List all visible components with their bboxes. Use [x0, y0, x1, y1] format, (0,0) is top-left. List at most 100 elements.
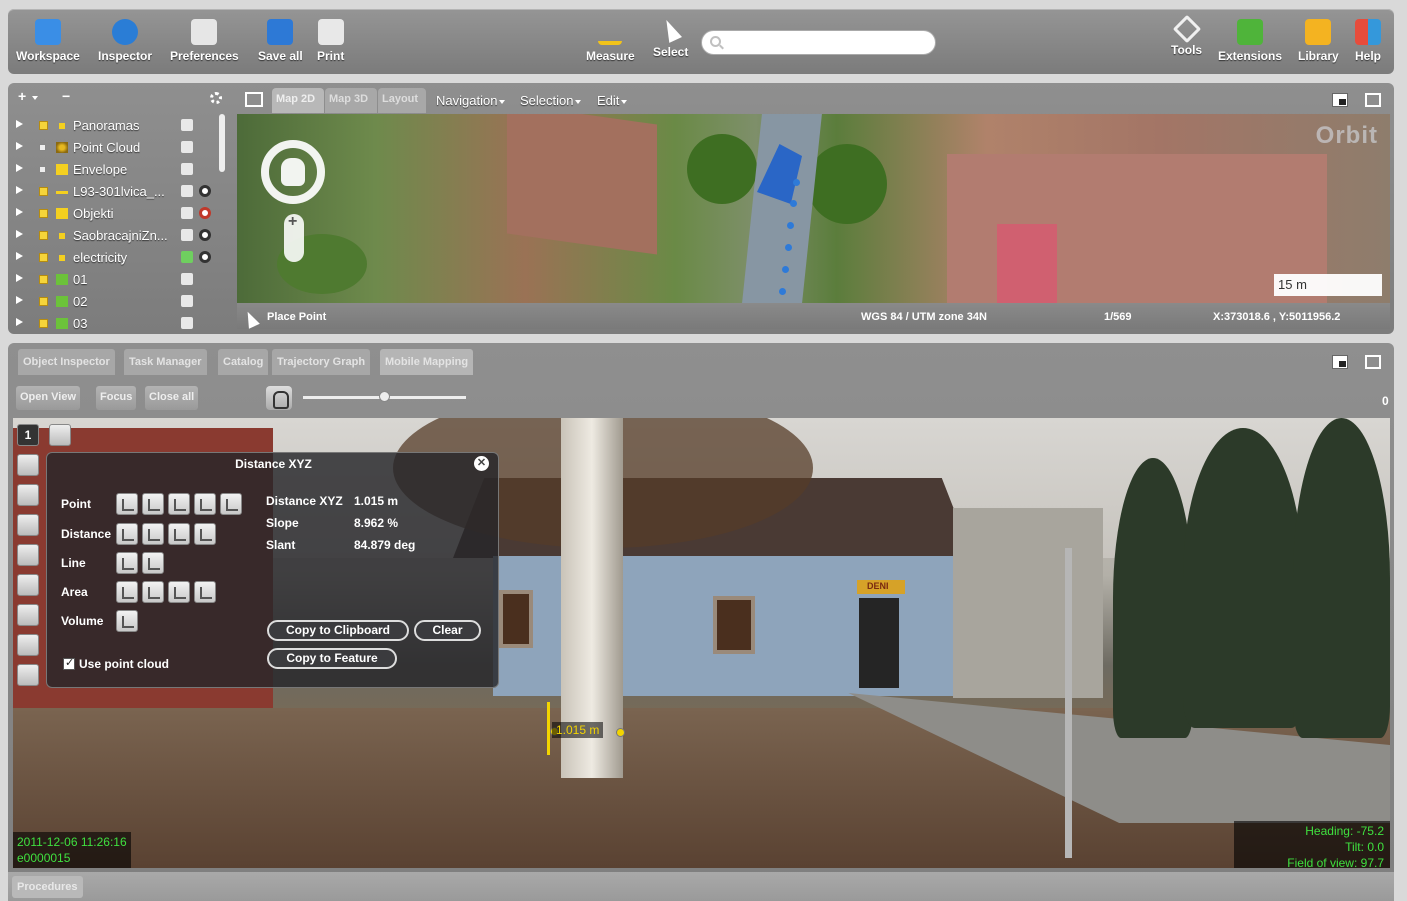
close-icon[interactable]: ✕ [474, 456, 489, 471]
trajectory-point[interactable] [793, 179, 800, 186]
puzzle-icon[interactable] [181, 207, 193, 219]
tab-task-manager[interactable]: Task Manager [124, 349, 207, 375]
line-tool-icon[interactable] [17, 634, 39, 656]
eye-icon[interactable] [199, 207, 211, 219]
collapse-sidebar-icon[interactable] [245, 92, 263, 107]
area-tool-button[interactable] [142, 581, 164, 603]
puzzle-icon[interactable] [181, 163, 193, 175]
maximize-icon[interactable] [1365, 355, 1381, 369]
target-icon[interactable] [17, 454, 39, 476]
point-tool-button[interactable] [116, 493, 138, 515]
clear-button[interactable]: Clear [414, 620, 481, 641]
gear-icon[interactable] [210, 92, 222, 104]
puzzle-icon[interactable] [181, 229, 193, 241]
points-icon[interactable] [17, 574, 39, 596]
visibility-checkbox[interactable] [39, 231, 48, 240]
puzzle-icon[interactable] [181, 251, 193, 263]
visibility-checkbox[interactable] [39, 253, 48, 262]
distance-tool-button[interactable] [194, 523, 216, 545]
point-tool-button[interactable] [168, 493, 190, 515]
help-button[interactable]: Help [1355, 19, 1381, 63]
layer-item[interactable]: 01 [12, 269, 236, 291]
menu-navigation[interactable]: Navigation [436, 93, 506, 108]
point-tool-button[interactable] [194, 493, 216, 515]
distance-tool-button[interactable] [142, 523, 164, 545]
area-tool-button[interactable] [116, 581, 138, 603]
puzzle-icon[interactable] [181, 273, 193, 285]
tab-procedures[interactable]: Procedures [12, 876, 83, 898]
status-crs[interactable]: WGS 84 / UTM zone 34N [861, 311, 987, 323]
eye-icon[interactable] [199, 185, 211, 197]
tools-button[interactable]: Tools [1171, 14, 1202, 57]
grid-icon[interactable] [17, 544, 39, 566]
distance-tool-button[interactable] [116, 523, 138, 545]
select-button[interactable]: Select [653, 17, 688, 59]
distance-icon[interactable] [17, 484, 39, 506]
visibility-checkbox[interactable] [39, 319, 48, 328]
monitor-icon[interactable] [17, 604, 39, 626]
line-tool-button[interactable] [142, 552, 164, 574]
expand-icon[interactable] [16, 296, 23, 304]
print-button[interactable]: Print [317, 19, 344, 63]
maximize-icon[interactable] [1365, 93, 1381, 107]
inspector-button[interactable]: Inspector [98, 19, 152, 63]
tab-mobile-mapping[interactable]: Mobile Mapping [380, 349, 474, 375]
menu-edit[interactable]: Edit [597, 93, 628, 108]
slider-knob[interactable] [378, 391, 390, 402]
layer-scrollbar[interactable] [219, 114, 225, 172]
visibility-checkbox[interactable] [39, 121, 48, 130]
open-view-button[interactable]: Open View [16, 386, 81, 410]
save-all-button[interactable]: Save all [258, 19, 303, 63]
layer-item[interactable]: SaobracajniZn... [12, 225, 236, 247]
expand-icon[interactable] [16, 120, 23, 128]
layer-item[interactable]: 02 [12, 291, 236, 313]
expand-icon[interactable] [16, 230, 23, 238]
search-input[interactable] [701, 30, 936, 55]
visibility-checkbox[interactable] [39, 209, 48, 218]
restore-window-icon[interactable] [1332, 93, 1348, 107]
tab-object-inspector[interactable]: Object Inspector [18, 349, 115, 375]
layer-item[interactable]: Panoramas [12, 115, 236, 137]
copy-to-feature-button[interactable]: Copy to Feature [267, 648, 397, 669]
tab-map-2d[interactable]: Map 2D [272, 88, 324, 113]
visibility-checkbox[interactable] [39, 144, 46, 151]
frame-slider[interactable] [303, 391, 466, 402]
chevron-down-icon[interactable] [32, 96, 38, 100]
visibility-checkbox[interactable] [39, 297, 48, 306]
expand-icon[interactable] [16, 318, 23, 326]
puzzle-icon[interactable] [181, 295, 193, 307]
volume-tool-button[interactable] [116, 610, 138, 632]
close-all-button[interactable]: Close all [145, 386, 199, 410]
expand-icon[interactable] [16, 142, 23, 150]
expand-icon[interactable] [16, 186, 23, 194]
sun-icon[interactable] [17, 514, 39, 536]
layer-item[interactable]: Point Cloud [12, 137, 236, 159]
tab-layout[interactable]: Layout [378, 88, 426, 113]
preferences-button[interactable]: Preferences [170, 19, 239, 63]
layer-item[interactable]: electricity [12, 247, 236, 269]
puzzle-icon[interactable] [181, 141, 193, 153]
line-tool-button[interactable] [116, 552, 138, 574]
expand-icon[interactable] [16, 274, 23, 282]
hand-icon[interactable] [266, 386, 292, 410]
expand-icon[interactable] [16, 208, 23, 216]
measurement-point[interactable] [616, 728, 625, 737]
trajectory-point[interactable] [782, 266, 789, 273]
distance-tool-button[interactable] [168, 523, 190, 545]
tab-map-3d[interactable]: Map 3D [325, 88, 377, 113]
expand-icon[interactable] [16, 252, 23, 260]
layer-item[interactable]: Envelope [12, 159, 236, 181]
expand-icon[interactable] [16, 164, 23, 172]
visibility-checkbox[interactable] [39, 187, 48, 196]
library-button[interactable]: Library [1298, 19, 1339, 63]
play-icon[interactable] [49, 424, 71, 446]
copy-to-clipboard-button[interactable]: Copy to Clipboard [267, 620, 409, 641]
visibility-checkbox[interactable] [39, 166, 46, 173]
point-tool-button[interactable] [220, 493, 242, 515]
layer-item[interactable]: 03 [12, 313, 236, 335]
eye-icon[interactable] [199, 229, 211, 241]
add-layer-button[interactable]: + [18, 88, 26, 104]
trajectory-point[interactable] [779, 288, 786, 295]
focus-button[interactable]: Focus [96, 386, 137, 410]
tab-trajectory-graph[interactable]: Trajectory Graph [272, 349, 371, 375]
